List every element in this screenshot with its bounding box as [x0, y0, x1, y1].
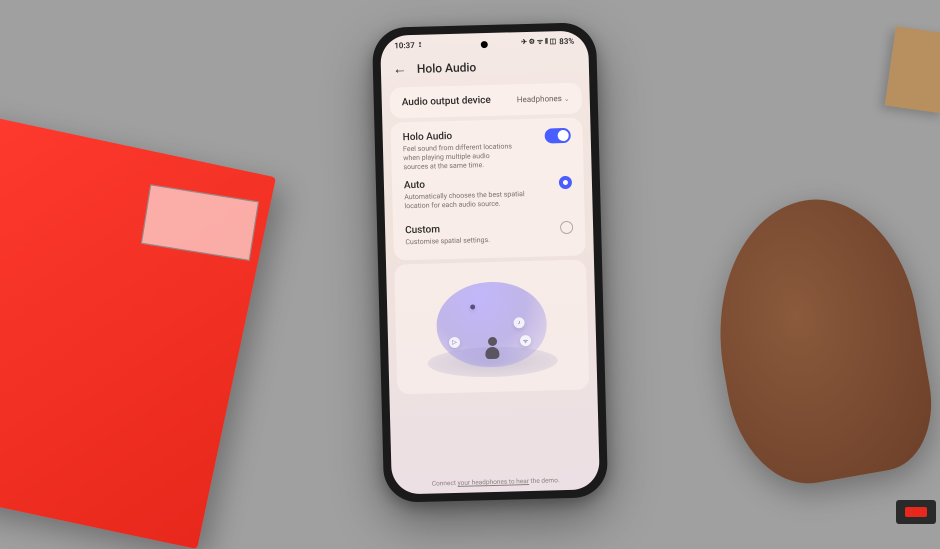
status-battery: 83%	[559, 37, 574, 46]
spatial-dome-illustration: ♪ ▷ ᯤ	[426, 280, 558, 378]
watermark-badge	[896, 500, 936, 524]
mode-auto-radio[interactable]	[559, 176, 572, 189]
illustration-card: ♪ ▷ ᯤ	[394, 259, 589, 394]
holo-audio-toggle[interactable]	[545, 128, 571, 144]
holo-audio-toggle-row[interactable]: Holo Audio Feel sound from different loc…	[403, 128, 572, 173]
avatar-icon	[485, 337, 500, 359]
status-right-icons: ✈ ⚙ ᯤ ⫴ ◫	[521, 37, 556, 47]
output-device-value: Headphones ⌄	[517, 94, 570, 104]
page-header: ← Holo Audio	[380, 47, 589, 83]
phone-screen: 10:37 ⟟ ✈ ⚙ ᯤ ⫴ ◫ 83% ← Holo Audio Audio…	[380, 30, 600, 494]
holo-settings-card: Holo Audio Feel sound from different loc…	[390, 118, 586, 261]
mode-custom-radio[interactable]	[560, 221, 573, 234]
mode-auto-row[interactable]: Auto Automatically chooses the best spat…	[404, 176, 573, 212]
product-box: 13	[0, 111, 276, 549]
output-device-label: Audio output device	[402, 95, 491, 108]
holo-audio-desc: Feel sound from different locations when…	[403, 142, 546, 173]
hand	[697, 185, 940, 495]
mode-custom-row[interactable]: Custom Customise spatial settings.	[405, 221, 574, 247]
box-number: 13	[0, 211, 19, 383]
output-device-card[interactable]: Audio output device Headphones ⌄	[389, 83, 582, 119]
phone-frame: 10:37 ⟟ ✈ ⚙ ᯤ ⫴ ◫ 83% ← Holo Audio Audio…	[372, 22, 608, 503]
background-object	[885, 26, 940, 114]
chevron-down-icon: ⌄	[564, 94, 570, 102]
status-left-icons: ⟟	[419, 41, 422, 50]
box-label-sticker	[141, 184, 259, 260]
status-time: 10:37	[394, 41, 415, 51]
back-button[interactable]: ←	[393, 60, 407, 77]
footer-link[interactable]: your headphones to hear	[457, 477, 529, 487]
page-title: Holo Audio	[417, 60, 477, 76]
mode-auto-desc: Automatically chooses the best spatial l…	[404, 189, 559, 211]
footer-hint: Connect your headphones to hear the demo…	[392, 475, 600, 488]
mode-custom-desc: Customise spatial settings.	[405, 235, 560, 248]
holo-audio-title: Holo Audio	[403, 129, 545, 144]
